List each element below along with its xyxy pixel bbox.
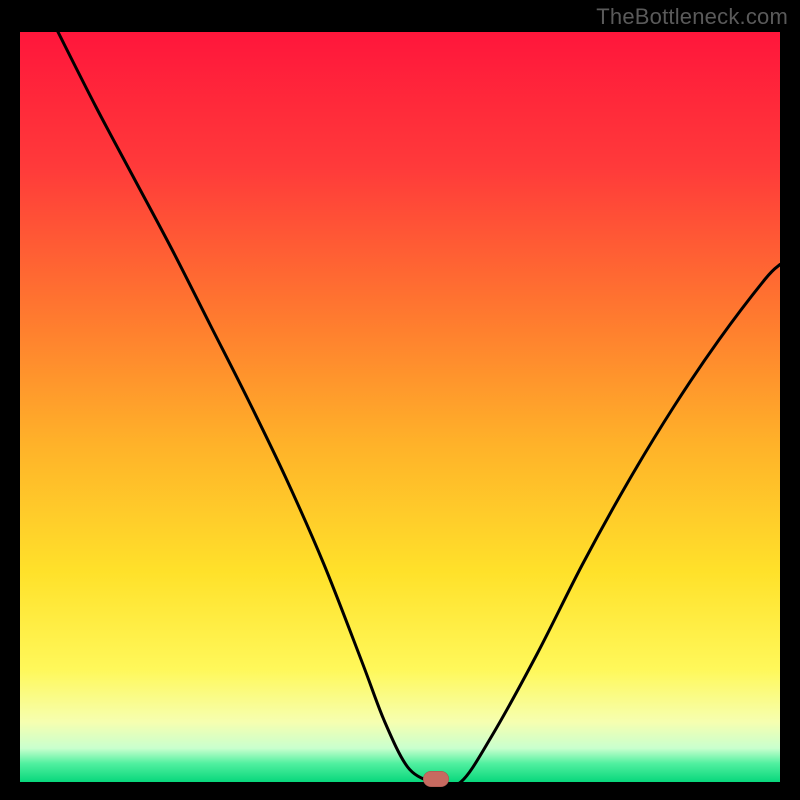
gradient-background bbox=[20, 32, 780, 782]
chart-frame: TheBottleneck.com bbox=[0, 0, 800, 800]
watermark-text: TheBottleneck.com bbox=[596, 4, 788, 30]
optimum-marker bbox=[423, 771, 449, 787]
plot-area bbox=[20, 32, 780, 782]
plot-svg bbox=[20, 32, 780, 782]
